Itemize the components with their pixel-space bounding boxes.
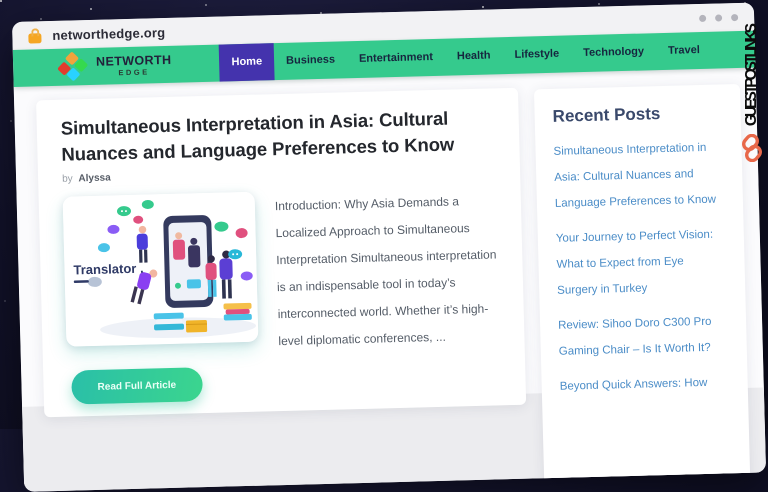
book-stack-left-icon xyxy=(154,313,184,331)
logo-diamonds-icon xyxy=(59,52,89,82)
recent-posts-list: Simultaneous Interpretation in Asia: Cul… xyxy=(553,134,730,399)
nav-item-entertainment[interactable]: Entertainment xyxy=(347,39,446,79)
book-stack-right-icon xyxy=(223,303,251,321)
article-card: Simultaneous Interpretation in Asia: Cul… xyxy=(36,88,526,418)
recent-post-item: Simultaneous Interpretation in Asia: Cul… xyxy=(553,134,725,216)
logo-text-edge: EDGE xyxy=(96,68,172,77)
article-excerpt: Introduction: Why Asia Demands a Localiz… xyxy=(275,187,501,355)
logo-text-networth: NETWORTH xyxy=(96,53,172,67)
stars-background xyxy=(0,0,2,2)
page-content: Simultaneous Interpretation in Asia: Cul… xyxy=(14,68,766,490)
nav-item-technology[interactable]: Technology xyxy=(571,33,657,72)
byline-prefix: by xyxy=(62,173,73,184)
chain-link-icon xyxy=(741,134,763,162)
address-bar-url[interactable]: networthedge.org xyxy=(52,24,165,42)
illustration-label: Translator . xyxy=(73,261,143,278)
recent-posts-card: Recent Posts Simultaneous Interpretation… xyxy=(534,84,750,489)
recent-post-link[interactable]: Simultaneous Interpretation in Asia: Cul… xyxy=(553,134,725,216)
read-full-article-button[interactable]: Read Full Article xyxy=(71,367,202,404)
window-control-dot[interactable] xyxy=(715,14,722,21)
nav-item-lifestyle[interactable]: Lifestyle xyxy=(502,35,572,74)
guestpostlinks-text: GUESTPOSTLINKS xyxy=(743,26,761,126)
ssl-lock-icon xyxy=(28,33,41,43)
nav-item-travel[interactable]: Travel xyxy=(656,32,713,70)
featured-image[interactable]: Translator . xyxy=(63,192,259,347)
guestpostlinks-watermark: GUESTPOSTLINKS xyxy=(737,26,767,162)
nav-item-health[interactable]: Health xyxy=(444,37,503,75)
window-controls xyxy=(699,13,738,21)
window-control-dot[interactable] xyxy=(699,14,706,21)
recent-posts-title: Recent Posts xyxy=(552,102,722,126)
recent-post-link[interactable]: Your Journey to Perfect Vision: What to … xyxy=(556,221,728,303)
translator-illustration: Translator . xyxy=(63,192,259,347)
recent-post-link[interactable]: Review: Sihoo Doro C300 Pro Gaming Chair… xyxy=(558,308,729,364)
recent-post-item: Your Journey to Perfect Vision: What to … xyxy=(556,221,728,303)
article-title[interactable]: Simultaneous Interpretation in Asia: Cul… xyxy=(60,104,495,167)
browser-window: networthedge.org NETWORTH EDGE HomeBusin… xyxy=(12,3,766,492)
recent-post-link[interactable]: Beyond Quick Answers: How xyxy=(559,369,730,399)
author-name[interactable]: Alyssa xyxy=(78,172,111,184)
nav-item-business[interactable]: Business xyxy=(274,41,348,80)
window-control-dot[interactable] xyxy=(731,13,738,20)
phone-icon xyxy=(163,215,213,308)
recent-post-item: Review: Sihoo Doro C300 Pro Gaming Chair… xyxy=(558,308,729,364)
recent-post-item: Beyond Quick Answers: How xyxy=(559,369,730,399)
site-logo[interactable]: NETWORTH EDGE xyxy=(59,46,172,86)
crate-icon xyxy=(186,320,207,333)
nav-item-home[interactable]: Home xyxy=(219,43,275,81)
